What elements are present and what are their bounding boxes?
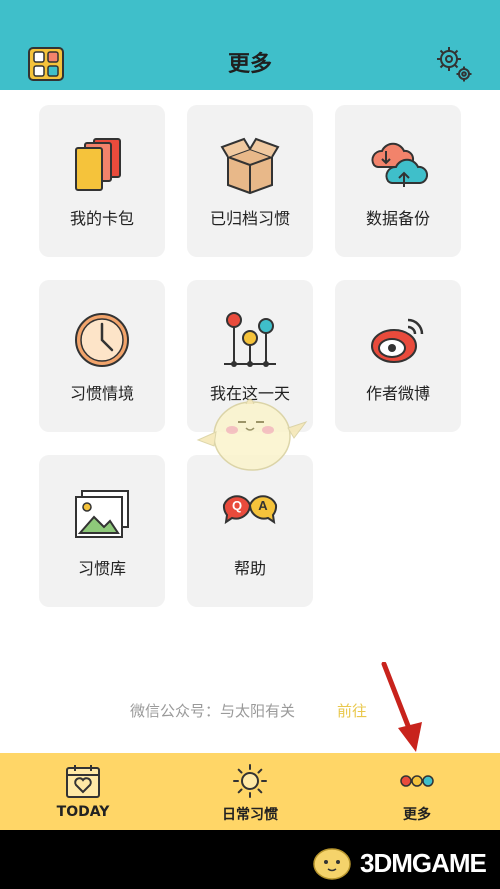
card-data-backup[interactable]: 数据备份 <box>335 105 461 257</box>
wechat-account-text: 微信公众号：与太阳有关 <box>130 702 296 720</box>
tab-label: 更多 <box>403 807 431 823</box>
tab-label: TODAY <box>56 804 110 820</box>
card-habit-library[interactable]: 习惯库 <box>39 455 165 607</box>
cloud-sync-icon <box>368 135 429 195</box>
card-label: 作者微博 <box>365 384 430 403</box>
card-archived-habits[interactable]: 已归档习惯 <box>187 105 313 257</box>
svg-text:Q: Q <box>232 498 242 513</box>
cards-icon <box>72 135 132 195</box>
settings-gear-icon[interactable] <box>434 45 474 83</box>
three-dots-icon <box>399 763 435 799</box>
card-label: 习惯库 <box>77 559 126 578</box>
tab-today[interactable]: TODAY <box>0 753 166 830</box>
card-label: 数据备份 <box>365 209 430 228</box>
card-author-weibo[interactable]: 作者微博 <box>335 280 461 432</box>
card-label: 习惯情境 <box>69 384 134 403</box>
watermark-text: 3DMGAME <box>360 848 487 878</box>
clock-icon <box>72 310 132 370</box>
tab-more[interactable]: 更多 <box>334 753 500 830</box>
red-arrow-annotation <box>378 661 428 754</box>
svg-text:A: A <box>258 498 268 513</box>
wechat-go-link[interactable]: 前往 <box>337 700 367 721</box>
card-label: 帮助 <box>233 559 266 578</box>
weibo-icon <box>368 310 428 370</box>
card-my-cards[interactable]: 我的卡包 <box>39 105 165 257</box>
sun-icon <box>232 763 268 799</box>
page-title: 更多 <box>227 52 272 77</box>
card-habit-context[interactable]: 习惯情境 <box>39 280 165 432</box>
picture-icon <box>72 485 132 545</box>
tab-daily-habits[interactable]: 日常习惯 <box>167 753 333 830</box>
qa-bubble-icon: Q A <box>220 485 280 545</box>
box-icon <box>220 135 280 195</box>
card-label: 已归档习惯 <box>209 209 290 228</box>
bottom-tab-bar: TODAY 日常习惯 更多 <box>0 753 500 830</box>
mascot-chick-image <box>196 388 308 480</box>
calendar-heart-icon <box>65 763 101 799</box>
card-label: 我的卡包 <box>69 209 134 228</box>
watermark-logo: 3DMGAME <box>308 842 493 882</box>
timeline-icon <box>220 310 280 370</box>
top-bar: 更多 <box>0 0 500 90</box>
tab-label: 日常习惯 <box>222 807 278 823</box>
